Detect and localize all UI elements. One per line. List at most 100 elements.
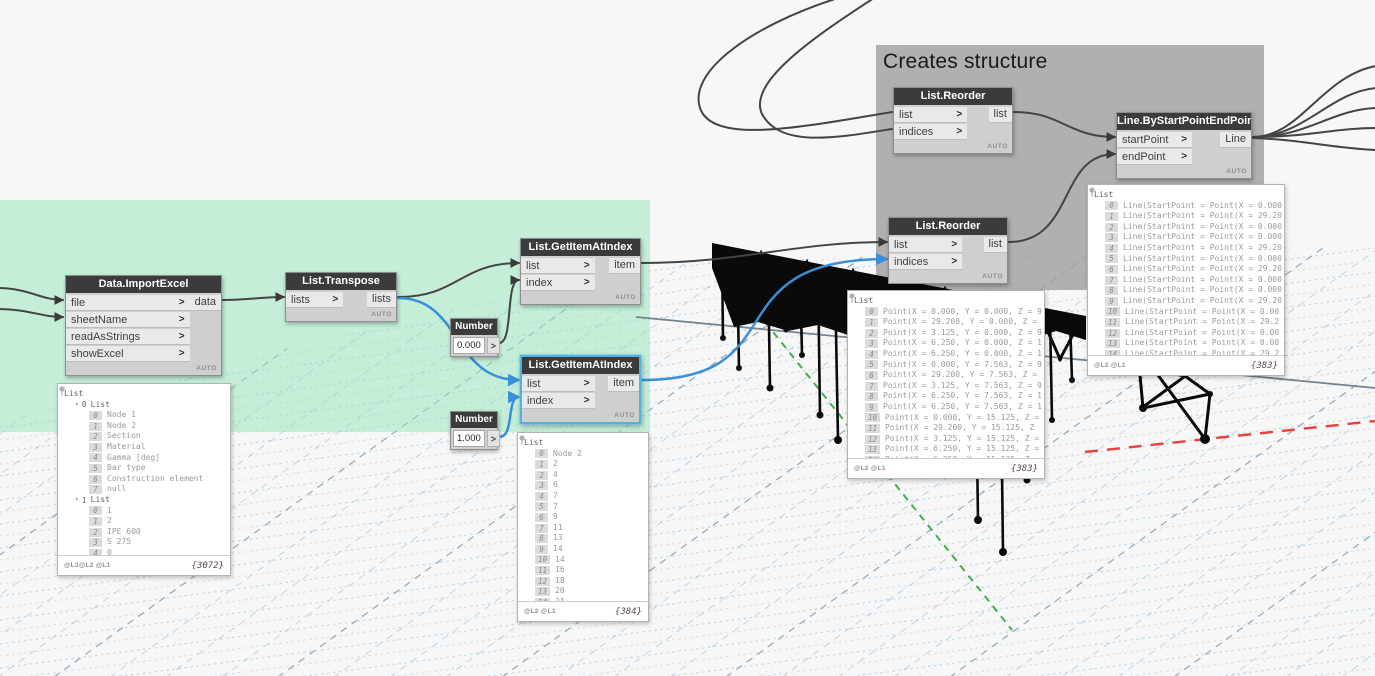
list-item: ▾0Point(X = 0.000, Y = 0.000, Z = 9 [848,307,1044,318]
node-number-0[interactable]: Number 0.000 > [450,318,501,357]
output-port[interactable]: list [983,237,1007,253]
preview-panel-points[interactable]: ▾List ▾0Point(X = 0.000, Y = 0.000, Z = 9… [847,290,1045,479]
wire[interactable] [1013,111,1117,142]
node-title[interactable]: Line.ByStartPointEndPoint [1117,113,1251,130]
list-item: ▾4Gamma [deg] [58,453,230,464]
lacing-levels[interactable]: @L2 @L1 [1094,362,1126,369]
node-title[interactable]: List.Reorder [894,88,1012,105]
list-item: ▾ 0 List [75,399,110,411]
input-port[interactable]: list > [894,107,968,123]
lacing-label[interactable]: AUTO [1226,168,1247,175]
number-input[interactable]: 0.000 [453,337,485,354]
port-chevron-icon: > [178,331,185,342]
list-item: ▾1014 [518,555,648,566]
input-port[interactable]: index > [522,393,595,409]
node-list-reorder-top[interactable]: List.Reorder list > indices > list AUTO [893,87,1013,154]
lacing-label[interactable]: AUTO [982,273,1003,280]
output-port[interactable]: lists [367,292,396,308]
node-getitematindex-bottom[interactable]: List.GetItemAtIndex list > index > item AUT… [520,355,641,424]
port-chevron-icon: > [1181,151,1188,162]
wire-selected[interactable] [497,390,521,439]
port-chevron-icon: > [583,395,590,406]
input-port[interactable]: file > [66,295,190,311]
list-item: ▾13Line(StartPoint = Point(X = 0.00 [1088,338,1284,349]
output-port[interactable]: item [608,376,639,392]
node-title[interactable]: List.GetItemAtIndex [522,357,639,374]
node-number-1[interactable]: Number 1.000 > [450,411,501,450]
node-title[interactable]: List.Transpose [286,273,396,290]
node-list-transpose[interactable]: List.Transpose lists > lists AUTO [285,272,397,322]
lacing-levels[interactable]: @L3@L2 @L1 [64,562,111,569]
preview-panel-lines[interactable]: ▾List ▾0Line(StartPoint = Point(X = 0.000… [1087,184,1285,376]
lacing-label[interactable]: AUTO [987,143,1008,150]
dynamo-workspace[interactable]: Creates structure Data.ImportExcel file … [0,0,1375,676]
output-port[interactable]: item [609,258,640,274]
node-data-importexcel[interactable]: Data.ImportExcel file > sheetName > readAsSt… [65,275,222,376]
lacing-levels[interactable]: @L2 @L1 [524,608,556,615]
collapse-arrow-icon[interactable]: ▾ [75,400,79,411]
input-port[interactable]: sheetName > [66,312,190,328]
input-port[interactable]: readAsStrings > [66,329,190,345]
output-port[interactable]: list [988,107,1012,123]
wire[interactable] [0,308,65,322]
input-port[interactable]: startPoint > [1117,132,1193,148]
input-port[interactable]: list > [889,237,963,253]
wire[interactable] [0,287,65,305]
wire[interactable] [697,0,893,131]
node-title[interactable]: Data.ImportExcel [66,276,221,293]
list-item: ▾36 [518,480,648,491]
input-port[interactable]: list > [522,376,595,392]
node-title[interactable]: Number [451,319,497,335]
list-item: ▾10Line(StartPoint = Point(X = 0.00 [1088,307,1284,318]
input-port[interactable]: endPoint > [1117,149,1193,165]
port-chevron-icon: > [1181,134,1188,145]
list-item: ▾1Node 2 [58,421,230,432]
list-item: ▾5Bar type [58,463,230,474]
number-input[interactable]: 1.000 [453,430,485,447]
input-port[interactable]: lists > [286,292,344,308]
list-item: ▾6Line(StartPoint = Point(X = 29.20 [1088,264,1284,275]
output-port[interactable]: > [486,430,501,447]
lacing-label[interactable]: AUTO [196,365,217,372]
node-title[interactable]: List.GetItemAtIndex [521,239,640,256]
node-getitematindex-top[interactable]: List.GetItemAtIndex list > index > item AUT… [520,238,641,305]
lacing-label[interactable]: AUTO [371,311,392,318]
input-port[interactable]: indices > [889,254,963,270]
wire[interactable] [397,258,521,298]
list-item: ▾List [64,389,84,398]
list-item: ▾0Line(StartPoint = Point(X = 0.000 [1088,201,1284,212]
list-item: ▾1218 [518,576,648,587]
input-port[interactable]: indices > [894,124,968,140]
node-line-bystartpointendpoint[interactable]: Line.ByStartPointEndPoint startPoint > end… [1116,112,1252,179]
red-axis-line [1084,419,1375,454]
node-title[interactable]: List.Reorder [889,218,1007,235]
wire[interactable] [1252,137,1375,151]
node-title[interactable]: Number [451,412,497,428]
list-item: ▾40 [58,548,230,555]
wire[interactable] [1252,65,1375,138]
list-item: ▾5Line(StartPoint = Point(X = 0.000 [1088,254,1284,265]
port-chevron-icon: > [951,256,958,267]
input-port[interactable]: index > [521,275,595,291]
output-port[interactable]: Line [1220,132,1251,148]
collapse-arrow-icon[interactable]: ▾ [75,495,79,506]
list-item: ▾2IPE 600 [58,527,230,538]
lacing-levels[interactable]: @L2 @L1 [854,465,886,472]
output-port[interactable]: data [189,295,221,311]
preview-panel-excel[interactable]: ▾List▾0List▾0Node 1▾1Node 2▾2Section▾3Ma… [57,383,231,576]
wire[interactable] [498,275,521,344]
lacing-label[interactable]: AUTO [614,412,635,419]
input-port[interactable]: showExcel > [66,346,190,362]
list-item: ▾List [854,296,874,305]
list-item: ▾10Point(X = 0.000, Y = 15.125, Z = [848,413,1044,424]
output-port[interactable]: > [486,337,501,354]
input-port[interactable]: list > [521,258,595,274]
preview-panel-node2[interactable]: ▾List▾0Node 2▾12▾24▾36▾47▾57▾69▾711▾813▾… [517,432,649,622]
node-list-reorder-bottom[interactable]: List.Reorder list > indices > list AUTO [888,217,1008,284]
wire[interactable] [1252,127,1375,138]
list-item: ▾12 [58,516,230,527]
list-item: ▾69 [518,512,648,523]
list-item: ▾9Point(X = 6.250, Y = 7.563, Z = 1 [848,402,1044,413]
lacing-label[interactable]: AUTO [615,294,636,301]
wire[interactable] [222,292,286,303]
